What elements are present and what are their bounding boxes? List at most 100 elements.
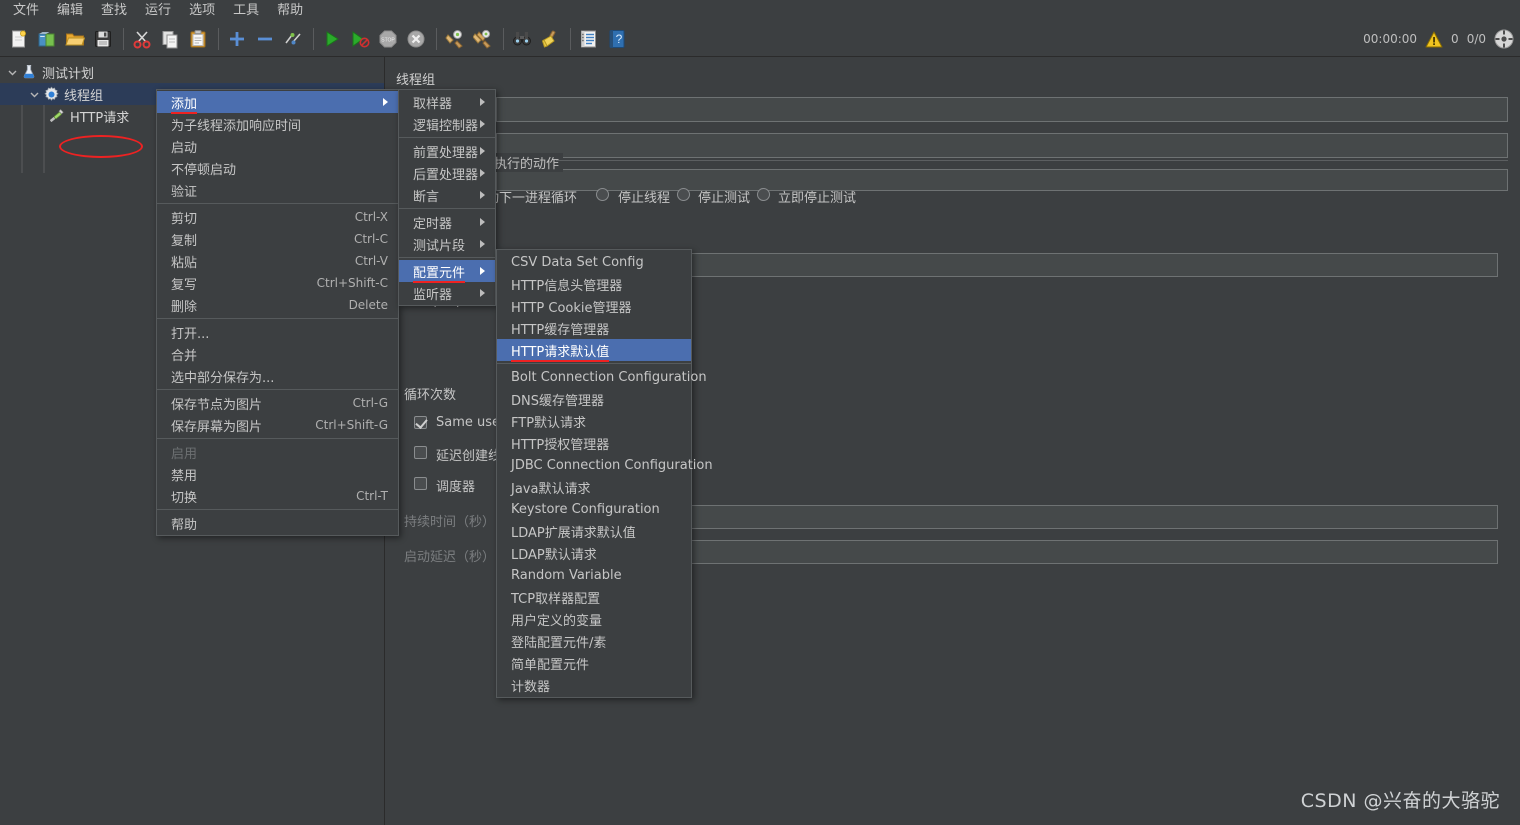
toolbar-paste[interactable] bbox=[185, 26, 211, 52]
config-submenu-item[interactable]: HTTP授权管理器 bbox=[497, 432, 691, 454]
radio-stop-test[interactable] bbox=[677, 188, 690, 201]
add-submenu-item[interactable]: 逻辑控制器 bbox=[399, 113, 495, 135]
toolbar-start-no-pauses[interactable] bbox=[347, 26, 373, 52]
context-menu-item[interactable]: 帮助 bbox=[157, 512, 398, 534]
toolbar-help[interactable]: ? bbox=[604, 26, 630, 52]
config-submenu-item[interactable]: Random Variable bbox=[497, 564, 691, 586]
context-menu-item[interactable]: 为子线程添加响应时间 bbox=[157, 113, 398, 135]
context-menu-item[interactable]: 粘贴 Ctrl-V bbox=[157, 250, 398, 272]
add-submenu-item[interactable]: 断言 bbox=[399, 184, 495, 206]
checkbox-same-user[interactable] bbox=[414, 416, 427, 429]
add-submenu-item[interactable]: 定时器 bbox=[399, 211, 495, 233]
toolbar-templates[interactable] bbox=[34, 26, 60, 52]
config-submenu-item[interactable]: JDBC Connection Configuration bbox=[497, 454, 713, 476]
toolbar-toggle[interactable] bbox=[280, 26, 306, 52]
toolbar-expand-all[interactable] bbox=[224, 26, 250, 52]
toolbar-open[interactable] bbox=[62, 26, 88, 52]
svg-text:STOP: STOP bbox=[381, 38, 395, 44]
radio-stop-test-now[interactable] bbox=[757, 188, 770, 201]
add-submenu-item[interactable]: 测试片段 bbox=[399, 233, 495, 255]
toolbar-stop[interactable]: STOP bbox=[375, 26, 401, 52]
context-menu-item[interactable]: 合并 bbox=[157, 343, 398, 365]
add-submenu-item[interactable]: 前置处理器 bbox=[399, 140, 495, 162]
config-submenu-item[interactable]: LDAP扩展请求默认值 bbox=[497, 520, 691, 542]
config-submenu-item-label: HTTP请求默认值 bbox=[511, 344, 610, 362]
add-submenu-item-label: 逻辑控制器 bbox=[413, 118, 479, 134]
toolbar-shutdown[interactable] bbox=[403, 26, 429, 52]
config-submenu-item[interactable]: 计数器 bbox=[497, 674, 691, 696]
connection-icon[interactable] bbox=[1494, 29, 1514, 49]
context-menu-item[interactable]: 启动 bbox=[157, 135, 398, 157]
toggle-icon bbox=[283, 29, 303, 49]
config-element-submenu[interactable]: CSV Data Set Config HTTP信息头管理器 HTTP Cookie… bbox=[496, 249, 713, 698]
toolbar-start[interactable] bbox=[319, 26, 345, 52]
context-menu-item[interactable]: 删除 Delete bbox=[157, 294, 398, 316]
toolbar-clear[interactable] bbox=[442, 26, 468, 52]
toolbar-collapse-all[interactable] bbox=[252, 26, 278, 52]
radio-stop-thread[interactable] bbox=[596, 188, 609, 201]
checkbox-delay-thread-creation[interactable] bbox=[414, 446, 427, 459]
add-submenu-item[interactable]: 监听器 bbox=[399, 282, 495, 304]
context-menu-item[interactable]: 保存节点为图片 Ctrl-G bbox=[157, 392, 398, 414]
config-submenu-item[interactable]: TCP取样器配置 bbox=[497, 586, 691, 608]
menu-file[interactable]: 文件 bbox=[4, 1, 48, 21]
node-context-menu[interactable]: 添加 为子线程添加响应时间 启动 不停顿启动 验证剪切 Ctrl-X 复制 Ctrl-C 粘贴 C… bbox=[156, 89, 399, 536]
name-field[interactable] bbox=[496, 97, 1508, 122]
annotation-underline bbox=[511, 359, 610, 362]
context-menu-item[interactable]: 剪切 Ctrl-X bbox=[157, 206, 398, 228]
menu-tools[interactable]: 工具 bbox=[224, 1, 268, 21]
menu-run[interactable]: 运行 bbox=[136, 1, 180, 21]
config-submenu-item[interactable]: HTTP缓存管理器 bbox=[497, 317, 691, 339]
context-menu-item[interactable]: 选中部分保存为... bbox=[157, 365, 398, 387]
menu-search[interactable]: 查找 bbox=[92, 1, 136, 21]
toolbar-reset-search[interactable] bbox=[537, 26, 563, 52]
plus-icon bbox=[227, 29, 247, 49]
toolbar-copy[interactable] bbox=[157, 26, 183, 52]
config-submenu-item[interactable]: 用户定义的变量 bbox=[497, 608, 691, 630]
config-submenu-item[interactable]: 登陆配置元件/素 bbox=[497, 630, 691, 652]
config-submenu-item[interactable]: Keystore Configuration bbox=[497, 498, 691, 520]
checkbox-scheduler[interactable] bbox=[414, 477, 427, 490]
add-submenu-item[interactable]: 配置元件 bbox=[399, 260, 495, 283]
toolbar-search[interactable] bbox=[509, 26, 535, 52]
add-submenu-item[interactable]: 取样器 bbox=[399, 91, 495, 113]
chevron-down-icon[interactable] bbox=[26, 86, 42, 102]
config-submenu-item-label: DNS缓存管理器 bbox=[511, 393, 604, 409]
config-submenu-item[interactable]: Java默认请求 bbox=[497, 476, 691, 498]
add-submenu-item[interactable]: 后置处理器 bbox=[399, 162, 495, 184]
context-menu-item[interactable]: 切换 Ctrl-T bbox=[157, 485, 398, 507]
menu-help[interactable]: 帮助 bbox=[268, 1, 312, 21]
context-menu-item[interactable]: 复制 Ctrl-C bbox=[157, 228, 398, 250]
radio-label-stop-test-now: 立即停止测试 bbox=[778, 191, 857, 206]
config-submenu-item[interactable]: 简单配置元件 bbox=[497, 652, 691, 674]
menu-options[interactable]: 选项 bbox=[180, 1, 224, 21]
chevron-down-icon[interactable] bbox=[4, 64, 20, 80]
config-submenu-item[interactable]: DNS缓存管理器 bbox=[497, 388, 691, 410]
context-menu-item[interactable]: 不停顿启动 bbox=[157, 157, 398, 179]
tree-node-test-plan[interactable]: 测试计划 bbox=[0, 61, 384, 83]
context-menu-item[interactable]: 打开... bbox=[157, 321, 398, 343]
config-submenu-item[interactable]: Bolt Connection Configuration bbox=[497, 366, 707, 388]
context-menu-item[interactable]: 禁用 bbox=[157, 463, 398, 485]
config-submenu-item[interactable]: LDAP默认请求 bbox=[497, 542, 691, 564]
function-helper-icon bbox=[579, 29, 599, 49]
toolbar-function-helper[interactable] bbox=[576, 26, 602, 52]
comments-field[interactable] bbox=[496, 133, 1508, 158]
config-submenu-item[interactable]: FTP默认请求 bbox=[497, 410, 691, 432]
toolbar-new[interactable] bbox=[6, 26, 32, 52]
context-menu-item[interactable]: 保存屏幕为图片 Ctrl+Shift-G bbox=[157, 414, 398, 436]
config-submenu-item[interactable]: HTTP信息头管理器 bbox=[497, 273, 691, 295]
config-submenu-item[interactable]: HTTP请求默认值 bbox=[497, 339, 691, 362]
menu-edit[interactable]: 编辑 bbox=[48, 1, 92, 21]
toolbar-cut[interactable] bbox=[129, 26, 155, 52]
chevron-right-icon bbox=[480, 147, 485, 155]
context-menu-item[interactable]: 添加 bbox=[157, 91, 398, 114]
context-menu-item[interactable]: 复写 Ctrl+Shift-C bbox=[157, 272, 398, 294]
toolbar-clear-all[interactable] bbox=[470, 26, 496, 52]
config-submenu-item[interactable]: CSV Data Set Config bbox=[497, 251, 691, 273]
context-menu-item[interactable]: 验证 bbox=[157, 179, 398, 201]
toolbar-save[interactable] bbox=[90, 26, 116, 52]
config-submenu-item[interactable]: HTTP Cookie管理器 bbox=[497, 295, 691, 317]
add-submenu[interactable]: 取样器逻辑控制器前置处理器 后置处理器 断言定时器 测试片段配置元件 监听器 bbox=[398, 89, 496, 306]
warning-triangle-icon[interactable] bbox=[1425, 31, 1443, 48]
